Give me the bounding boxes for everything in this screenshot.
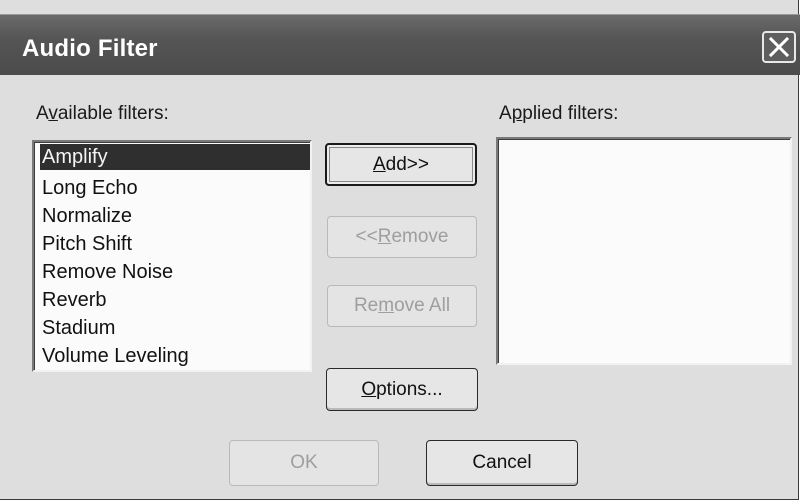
add-button[interactable]: Add>> xyxy=(325,143,477,186)
title-bar[interactable]: Audio Filter xyxy=(0,14,800,75)
list-item-amplify[interactable]: Amplify xyxy=(40,144,310,170)
applied-filters-label: Applied filters: xyxy=(499,103,619,124)
available-filters-list[interactable]: Amplify Long Echo Normalize Pitch Shift … xyxy=(32,140,312,372)
remove-all-button[interactable]: Remove All xyxy=(327,285,477,327)
applied-filters-list[interactable] xyxy=(496,137,792,365)
list-item-long-echo[interactable]: Long Echo xyxy=(40,175,138,201)
available-filters-label: Available filters: xyxy=(36,103,169,124)
list-item-stadium[interactable]: Stadium xyxy=(40,315,115,341)
list-item-reverb[interactable]: Reverb xyxy=(40,287,106,313)
cancel-button[interactable]: Cancel xyxy=(426,440,578,486)
list-item-volume-leveling[interactable]: Volume Leveling xyxy=(40,343,189,369)
list-item-remove-noise[interactable]: Remove Noise xyxy=(40,259,173,285)
audio-filter-dialog: Audio Filter Available filters: Amplify … xyxy=(0,0,800,500)
remove-button[interactable]: <<Remove xyxy=(327,216,477,258)
close-button[interactable] xyxy=(762,31,796,63)
window-title: Audio Filter xyxy=(22,35,158,62)
options-button[interactable]: Options... xyxy=(326,368,478,411)
ok-button[interactable]: OK xyxy=(229,440,379,486)
list-item-pitch-shift[interactable]: Pitch Shift xyxy=(40,231,132,257)
close-icon xyxy=(768,36,790,58)
list-item-normalize[interactable]: Normalize xyxy=(40,203,132,229)
